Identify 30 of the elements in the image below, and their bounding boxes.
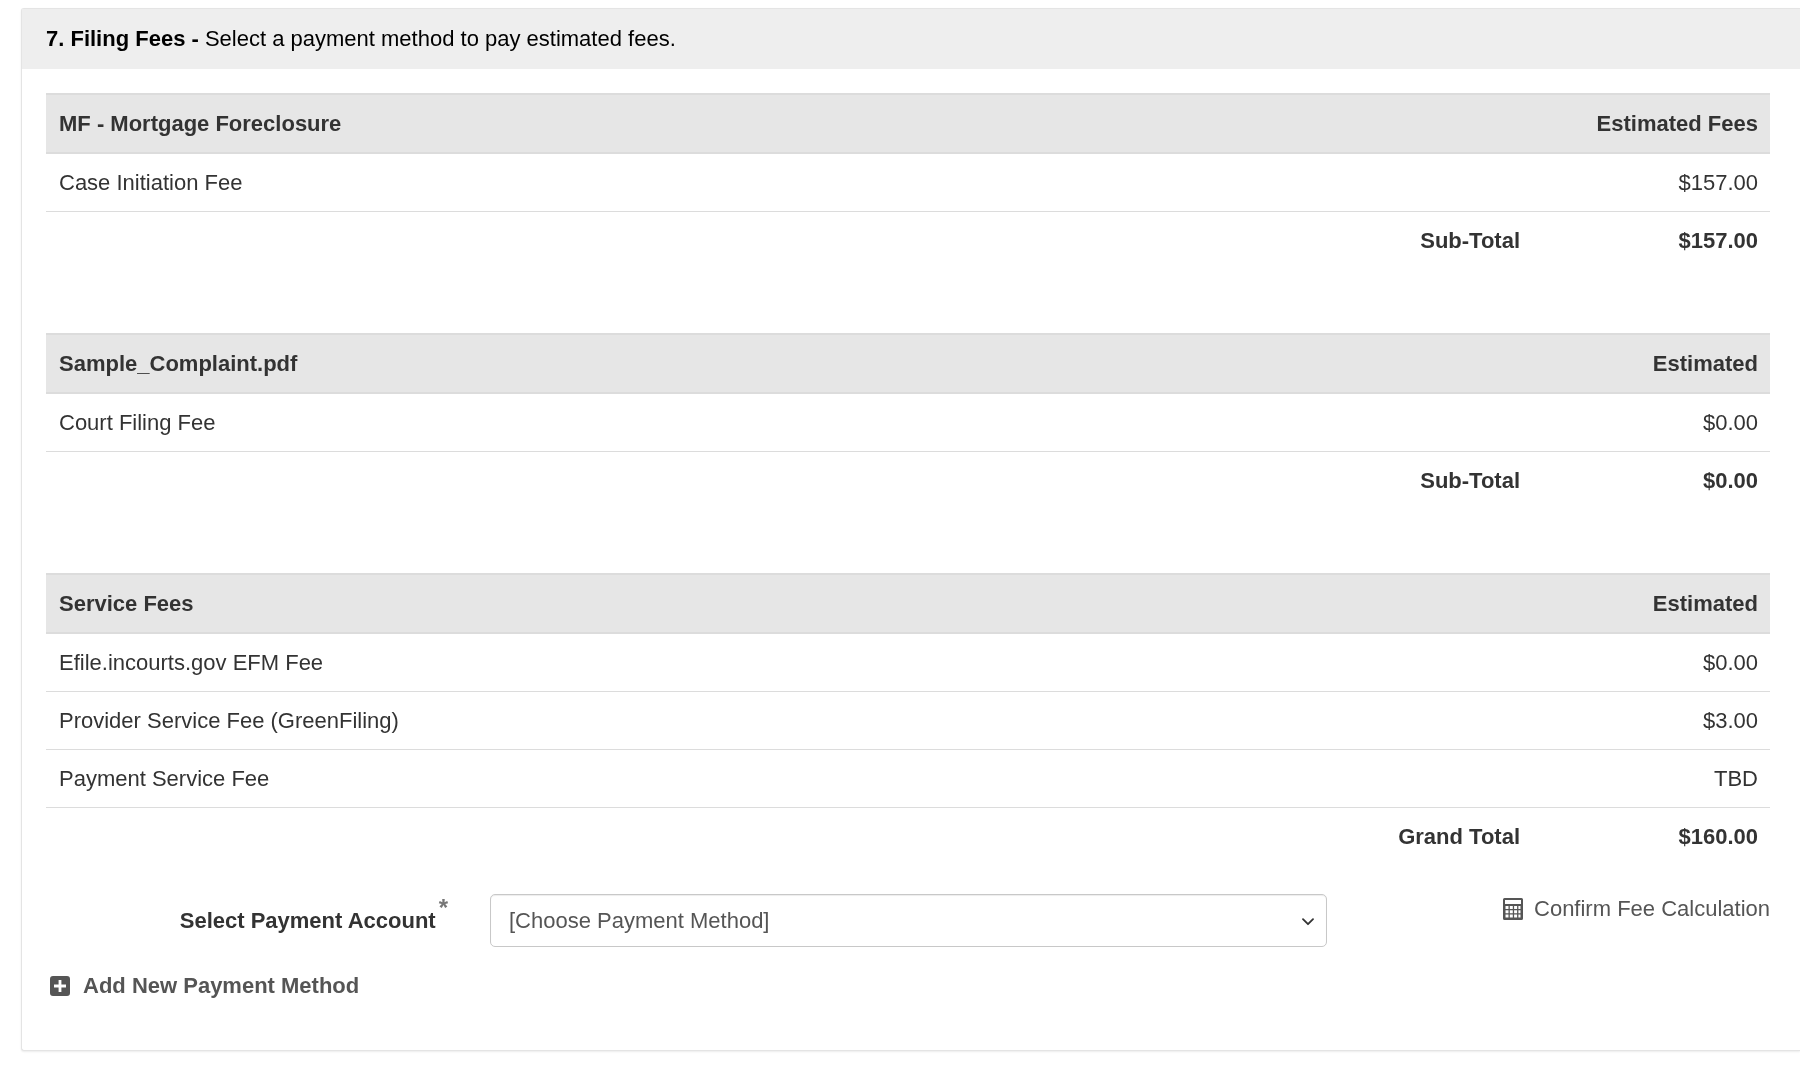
table-cell: Payment Service Fee — [59, 765, 270, 792]
column-header: Estimated Fees — [1596, 110, 1758, 137]
table-cell: Case Initiation Fee — [59, 169, 243, 196]
column-header: Sample_Complaint.pdf — [59, 350, 298, 377]
required-mark: * — [438, 896, 448, 920]
column-header: MF - Mortgage Foreclosure — [59, 110, 342, 137]
table-cell: TBD — [1714, 765, 1758, 792]
calculator-icon — [1503, 898, 1523, 920]
total-amount: $160.00 — [1678, 824, 1758, 850]
table-cell: $0.00 — [1702, 649, 1758, 676]
total-amount: $0.00 — [1702, 468, 1758, 494]
column-header: Service Fees — [59, 590, 194, 617]
total-label: Sub-Total — [1420, 468, 1520, 494]
field-label: Select Payment Account — [179, 907, 436, 934]
section-title: 7. Filing Fees - Select a payment method to pay estimated fees. — [46, 26, 676, 52]
chevron-down-icon — [1302, 917, 1314, 926]
table-cell: Provider Service Fee (GreenFiling) — [59, 707, 399, 734]
total-amount: $157.00 — [1678, 228, 1758, 254]
column-header: Estimated — [1652, 590, 1758, 617]
table-cell: $157.00 — [1678, 169, 1758, 196]
table-cell: Court Filing Fee — [59, 409, 216, 436]
column-header: Estimated — [1652, 350, 1758, 377]
add-payment-method-link[interactable]: Add New Payment Method — [50, 973, 360, 999]
total-label: Grand Total — [1398, 824, 1520, 850]
table-cell: Efile.incourts.gov EFM Fee — [59, 649, 324, 676]
table-cell: $0.00 — [1702, 409, 1758, 436]
table-cell: $3.00 — [1702, 707, 1758, 734]
payment-method-select[interactable]: [Choose Payment Method] — [490, 894, 1327, 947]
total-label: Sub-Total — [1420, 228, 1520, 254]
confirm-fee-link[interactable]: Confirm Fee Calculation — [1503, 894, 1770, 924]
